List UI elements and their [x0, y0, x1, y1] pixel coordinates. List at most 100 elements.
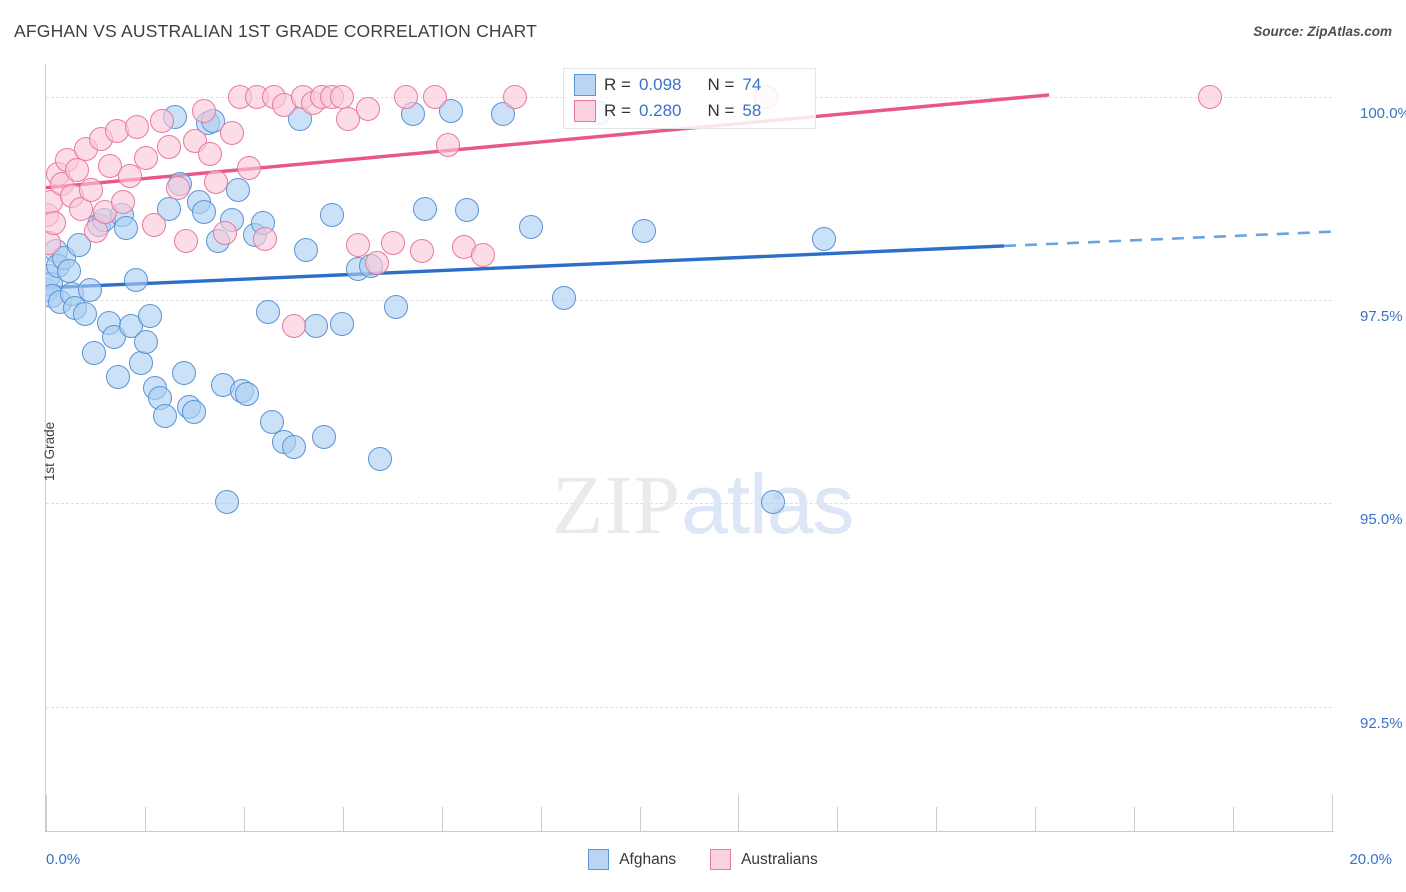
scatter-point [129, 351, 154, 376]
scatter-point [165, 175, 190, 200]
scatter-point [311, 424, 336, 449]
scatter-point [56, 258, 81, 283]
scatter-point [191, 99, 216, 124]
australians-n-value: 58 [742, 101, 762, 120]
scatter-point [381, 231, 406, 256]
scatter-point [225, 178, 250, 203]
scatter-point [72, 301, 97, 326]
scatter-point [410, 239, 435, 264]
plot-area: ZIPatlas 1st Grade [42, 64, 1333, 829]
y-tick-label: 92.5% [1360, 714, 1403, 732]
x-axis-tick [243, 807, 245, 832]
scatter-point [413, 196, 438, 221]
scatter-point [329, 84, 354, 109]
scatter-point [236, 156, 261, 181]
scatter-point [133, 145, 158, 170]
scatter-point [365, 251, 390, 276]
scatter-point [124, 267, 149, 292]
x-axis-tick [837, 807, 839, 832]
x-axis-tick [936, 807, 938, 832]
australians-n-label: N = [707, 101, 735, 120]
x-axis-tick [342, 807, 344, 832]
scatter-point [138, 304, 163, 329]
x-axis-tick [639, 807, 641, 832]
scatter-point [212, 221, 237, 246]
stats-row-afghans: R = 0.098 N = 74 [574, 72, 761, 98]
scatter-point [320, 202, 345, 227]
scatter-point [125, 115, 150, 140]
afghans-legend-swatch-icon [588, 849, 610, 870]
afghans-n-label: N = [707, 75, 735, 94]
scatter-point [503, 84, 528, 109]
afghans-n-value: 74 [742, 75, 762, 94]
afghans-swatch-icon [574, 74, 596, 96]
scatter-points [46, 64, 1332, 829]
y-tick-label: 100.0% [1360, 104, 1406, 122]
afghans-r-value: 0.098 [638, 75, 682, 94]
source-attribution: Source: ZipAtlas.com [1253, 24, 1392, 39]
x-axis-line [45, 831, 1334, 832]
scatter-point [812, 226, 837, 251]
stats-row-australians: R = 0.280 N = 58 [574, 98, 761, 124]
x-axis-tick [144, 807, 146, 832]
y-tick-label: 97.5% [1360, 308, 1403, 325]
australians-r-label: R = [604, 101, 631, 120]
chart-root: AFGHAN VS AUSTRALIAN 1ST GRADE CORRELATI… [0, 0, 1406, 892]
scatter-point [142, 213, 167, 238]
scatter-point [329, 312, 354, 337]
scatter-point [355, 96, 380, 121]
afghans-r-label: R = [604, 75, 631, 94]
legend-item-afghans[interactable]: Afghans [588, 849, 676, 870]
scatter-point [106, 365, 131, 390]
series-legend: Afghans Australians [0, 849, 1406, 870]
scatter-point [79, 178, 103, 203]
australians-swatch-icon [574, 100, 596, 122]
scatter-point [152, 403, 177, 428]
scatter-point [631, 218, 656, 243]
scatter-point [455, 198, 480, 223]
y-tick-label: 95.0% [1360, 511, 1403, 529]
scatter-point [114, 216, 139, 241]
australians-r-value: 0.280 [638, 101, 682, 120]
legend-label-australians: Australians [741, 850, 818, 868]
x-axis-tick [738, 795, 740, 832]
x-axis-tick [540, 807, 542, 832]
scatter-point [181, 400, 206, 425]
scatter-point [281, 434, 306, 459]
scatter-point [423, 84, 447, 109]
scatter-point [234, 381, 259, 406]
scatter-point [82, 340, 107, 365]
scatter-point [1197, 84, 1222, 109]
scatter-point [255, 300, 280, 325]
scatter-point [191, 200, 216, 225]
x-axis-tick [1035, 807, 1037, 832]
scatter-point [435, 133, 460, 158]
correlation-stats-box: R = 0.098 N = 74 R = 0.280 N = 58 [563, 68, 816, 129]
scatter-point [760, 489, 785, 514]
scatter-point [174, 229, 199, 254]
x-axis-tick [1233, 807, 1235, 832]
scatter-point [345, 232, 370, 257]
scatter-point [204, 170, 229, 194]
scatter-point [172, 361, 197, 386]
scatter-point [220, 121, 245, 146]
page-title: AFGHAN VS AUSTRALIAN 1ST GRADE CORRELATI… [14, 21, 538, 41]
legend-item-australians[interactable]: Australians [710, 849, 818, 870]
scatter-point [157, 135, 182, 159]
scatter-point [77, 278, 102, 303]
scatter-point [471, 243, 496, 268]
legend-label-afghans: Afghans [619, 850, 677, 868]
scatter-point [551, 286, 576, 311]
scatter-point [117, 164, 142, 189]
scatter-point [368, 446, 393, 471]
scatter-point [384, 294, 409, 319]
scatter-point [197, 141, 222, 166]
y-axis-title: 1st Grade [42, 421, 58, 482]
scatter-point [281, 314, 306, 339]
scatter-point [149, 108, 174, 133]
scatter-point [394, 84, 419, 109]
australians-legend-swatch-icon [710, 849, 732, 870]
scatter-point [46, 210, 66, 235]
x-axis-tick [1332, 795, 1333, 832]
scatter-point [252, 226, 277, 251]
